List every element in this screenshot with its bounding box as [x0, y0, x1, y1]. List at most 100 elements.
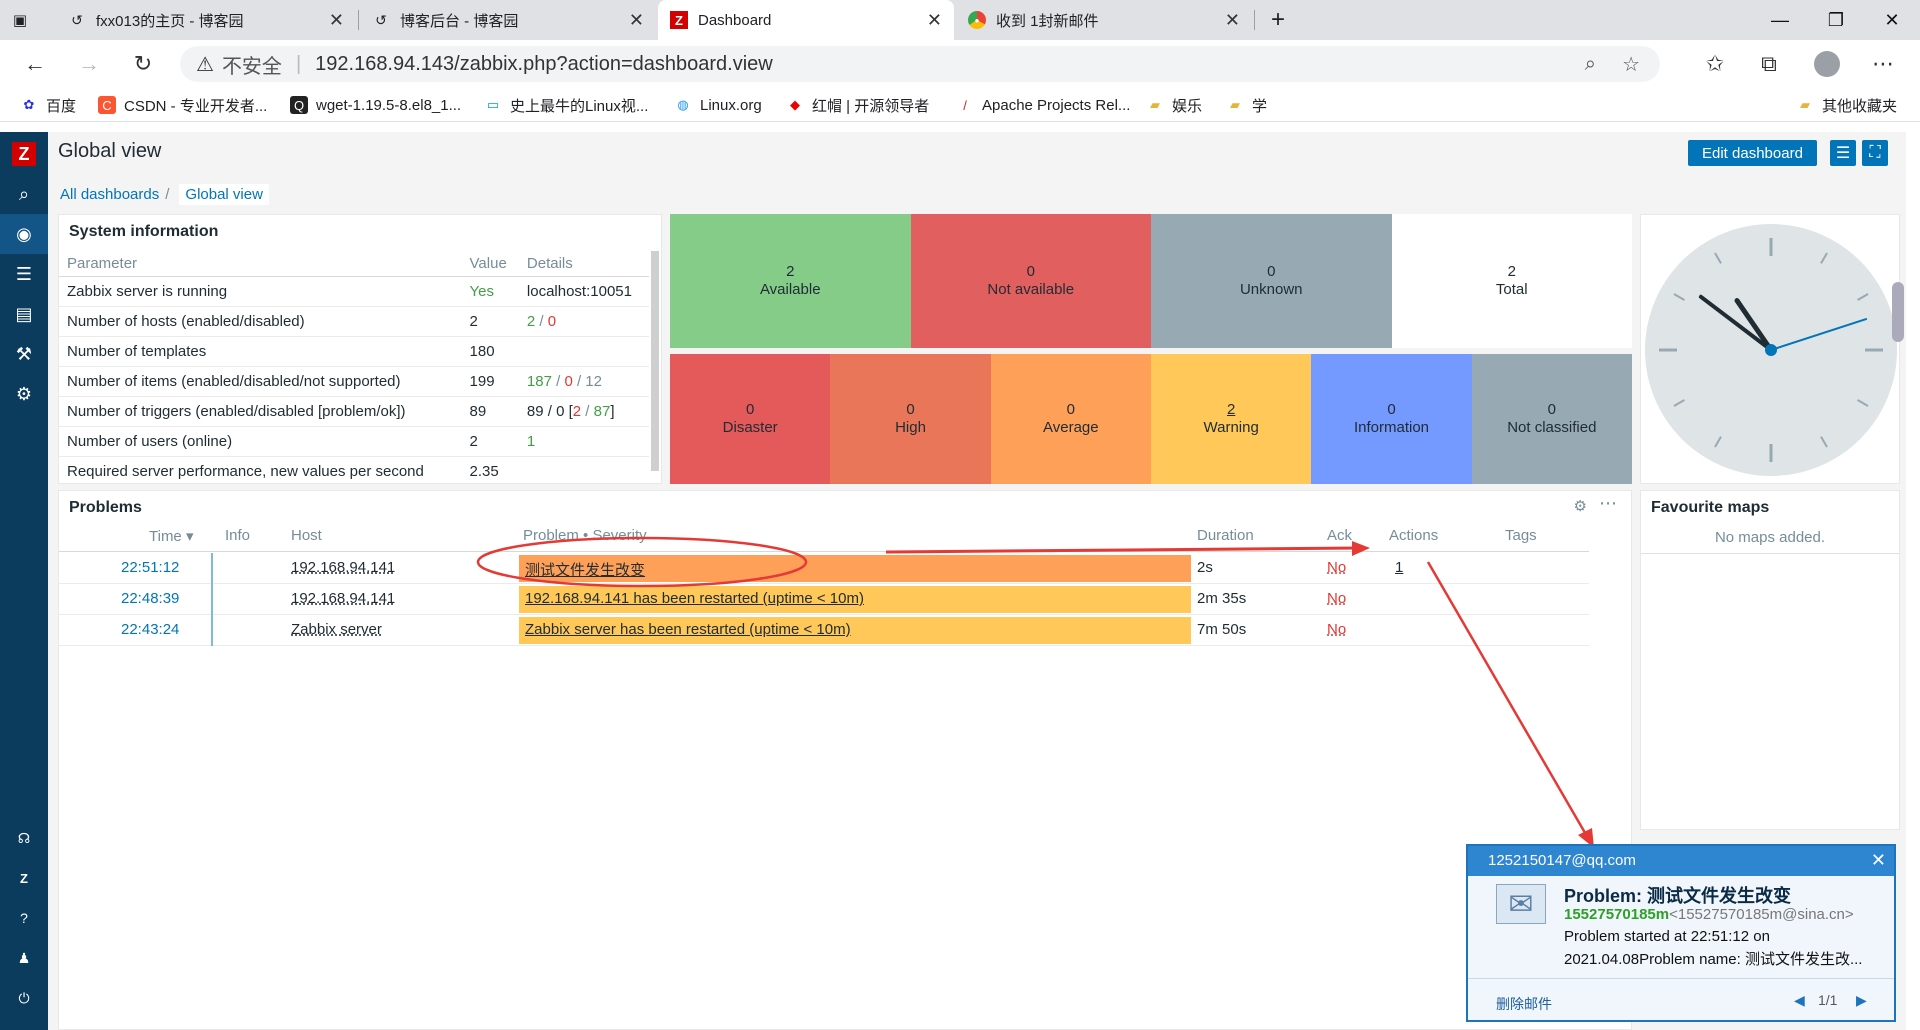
system-info-row: Number of triggers (enabled/disabled [pr… — [59, 396, 649, 427]
problem-actions[interactable]: 1 — [1395, 559, 1403, 576]
maximize-icon[interactable]: ❐ — [1808, 0, 1864, 40]
zabbix-logo[interactable]: Z — [0, 134, 48, 174]
severity-cell[interactable]: 0 Information — [1311, 354, 1472, 484]
tab-close-icon[interactable]: ✕ — [927, 10, 942, 31]
scrollbar[interactable] — [651, 251, 659, 471]
mail-subject[interactable]: Problem: 测试文件发生改变 — [1564, 882, 1791, 908]
parameter-cell: Number of hosts (enabled/disabled) — [59, 306, 460, 337]
details-cell: localhost:10051 — [518, 276, 649, 307]
reports-chart-icon[interactable]: ▤ — [0, 294, 48, 334]
severity-cell[interactable]: 0 Not classified — [1471, 354, 1632, 484]
tab-1[interactable]: ↺ fxx013的主页 - 博客园 ✕ — [56, 0, 356, 40]
edit-dashboard-button[interactable]: Edit dashboard — [1688, 140, 1817, 166]
configuration-wrench-icon[interactable]: ⚒ — [0, 334, 48, 374]
new-tab-button[interactable]: + — [1262, 0, 1294, 40]
column-duration: Duration — [1197, 527, 1254, 544]
support-headset-icon[interactable]: ☊ — [0, 818, 48, 858]
delete-mail-link[interactable]: 删除邮件 — [1496, 994, 1552, 1014]
column-info: Info — [225, 527, 251, 544]
mail-body-line: 2021.04.08Problem name: 测试文件发生改... — [1564, 951, 1863, 968]
widget-more-icon[interactable]: ⋯ — [1599, 493, 1617, 514]
warning-icon: ⚠ — [196, 53, 214, 76]
more-menu-icon[interactable]: ⋯ — [1866, 48, 1900, 80]
bookmark-item[interactable]: ✿ 百度 — [20, 94, 76, 116]
problem-time[interactable]: 22:51:12 — [121, 559, 179, 576]
favorites-icon[interactable]: ✩ — [1698, 48, 1732, 80]
fullscreen-icon[interactable]: ⛶ — [1862, 140, 1888, 166]
browser-tab-strip: ▣ ↺ fxx013的主页 - 博客园 ✕ ↺ 博客后台 - 博客园 ✕ Z D… — [0, 0, 1920, 40]
add-favorite-icon[interactable]: ☆ — [1622, 52, 1640, 77]
forward-icon[interactable]: → — [72, 48, 106, 80]
monitoring-eye-icon[interactable]: ◉ — [0, 214, 48, 254]
widget-settings-gear-icon[interactable]: ⚙ — [1574, 497, 1587, 515]
severity-cell[interactable]: 0 High — [830, 354, 991, 484]
parameter-cell: Number of triggers (enabled/disabled [pr… — [59, 396, 460, 427]
bookmark-item[interactable]: ▭ 史上最牛的Linux视... — [484, 94, 649, 116]
tab-close-icon[interactable]: ✕ — [329, 10, 344, 31]
tab-actions-icon[interactable]: ▣ — [0, 0, 40, 40]
bookmark-item[interactable]: C CSDN - 专业开发者... — [98, 94, 267, 116]
tab-dashboard[interactable]: Z Dashboard ✕ — [658, 0, 954, 40]
value-cell: 2 — [459, 426, 519, 457]
mail-notification-popup[interactable]: 1252150147@qq.com ✕ ✉ Problem: 测试文件发生改变 … — [1466, 844, 1896, 1022]
bookmark-item[interactable]: ◍ Linux.org — [674, 94, 761, 116]
collections-icon[interactable]: ⧉ — [1752, 48, 1786, 80]
problem-ack[interactable]: No — [1327, 621, 1346, 638]
problem-time[interactable]: 22:48:39 — [121, 590, 179, 607]
problem-host[interactable]: 192.168.94.141 — [291, 559, 395, 576]
tab-close-icon[interactable]: ✕ — [629, 10, 644, 31]
bookmark-item[interactable]: / Apache Projects Rel... — [956, 94, 1130, 116]
search-icon[interactable]: ⌕ — [0, 174, 48, 214]
severity-cell[interactable]: 0 Average — [990, 354, 1151, 484]
system-info-row: Number of hosts (enabled/disabled) 2 2 / 0 — [59, 306, 649, 337]
problem-name[interactable]: 测试文件发生改变 — [519, 555, 1191, 582]
tab-close-icon[interactable]: ✕ — [1225, 10, 1240, 31]
problem-ack[interactable]: No — [1327, 590, 1346, 607]
timeline-marker — [211, 553, 213, 584]
problem-name[interactable]: Zabbix server has been restarted (uptime… — [519, 617, 1191, 644]
severity-cell[interactable]: 2 Warning — [1151, 354, 1312, 484]
page-scrollbar-thumb[interactable] — [1892, 282, 1904, 342]
breadcrumb-all-dashboards[interactable]: All dashboards — [60, 186, 159, 203]
problem-name[interactable]: 192.168.94.141 has been restarted (uptim… — [519, 586, 1191, 613]
bookmark-item[interactable]: Qwget-1.19.5-8.el8_1... — [290, 94, 461, 116]
help-icon[interactable]: ? — [0, 898, 48, 938]
column-header: Details — [518, 251, 649, 277]
share-icon[interactable]: Z — [0, 858, 48, 898]
tab-mail[interactable]: ● 收到 1封新邮件 ✕ — [956, 0, 1252, 40]
zoom-icon[interactable]: ⌕ — [1585, 53, 1596, 76]
url-text[interactable]: 192.168.94.143/zabbix.php?action=dashboa… — [315, 53, 773, 76]
problem-ack[interactable]: No — [1327, 559, 1346, 576]
minimize-icon[interactable]: — — [1752, 0, 1808, 40]
back-icon[interactable]: ← — [18, 48, 52, 80]
tab-title: 博客后台 - 博客园 — [400, 12, 519, 30]
bookmark-folder[interactable]: ▰ 学 — [1226, 94, 1267, 116]
address-bar[interactable]: ⚠ 不安全 | 192.168.94.143/zabbix.php?action… — [180, 46, 1660, 82]
profile-avatar[interactable] — [1810, 48, 1844, 80]
column-time[interactable]: Time ▾ — [149, 527, 193, 545]
problem-host[interactable]: Zabbix server — [291, 621, 382, 638]
administration-gear-icon[interactable]: ⚙ — [0, 374, 48, 414]
host-availability-cell: 2 Available — [670, 214, 911, 348]
bookmark-item[interactable]: ◆ 红帽 | 开源领导者 — [786, 94, 929, 116]
tab-2[interactable]: ↺ 博客后台 - 博客园 ✕ — [360, 0, 656, 40]
problem-host[interactable]: 192.168.94.141 — [291, 590, 395, 607]
severity-cell[interactable]: 0 Disaster — [670, 354, 831, 484]
widget-title: System information — [69, 223, 219, 240]
other-bookmarks-folder[interactable]: ▰ 其他收藏夹 — [1796, 94, 1897, 116]
bookmark-folder[interactable]: ▰ 娱乐 — [1146, 94, 1202, 116]
breadcrumb-global-view[interactable]: Global view — [179, 184, 269, 205]
value-cell: Yes — [459, 276, 519, 307]
prev-mail-icon[interactable]: ◀ — [1794, 992, 1805, 1009]
reload-icon[interactable]: ↻ — [126, 48, 160, 80]
popup-close-icon[interactable]: ✕ — [1871, 850, 1886, 871]
sign-out-icon[interactable]: ⏻ — [0, 978, 48, 1018]
window-close-icon[interactable]: ✕ — [1864, 0, 1920, 40]
user-profile-icon[interactable]: ♟ — [0, 938, 48, 978]
problem-duration: 7m 50s — [1197, 621, 1247, 638]
problem-time[interactable]: 22:43:24 — [121, 621, 179, 638]
csdn-icon: C — [98, 96, 116, 114]
next-mail-icon[interactable]: ▶ — [1856, 992, 1867, 1009]
dashboard-actions-icon[interactable]: ☰ — [1830, 140, 1856, 166]
inventory-list-icon[interactable]: ☰ — [0, 254, 48, 294]
